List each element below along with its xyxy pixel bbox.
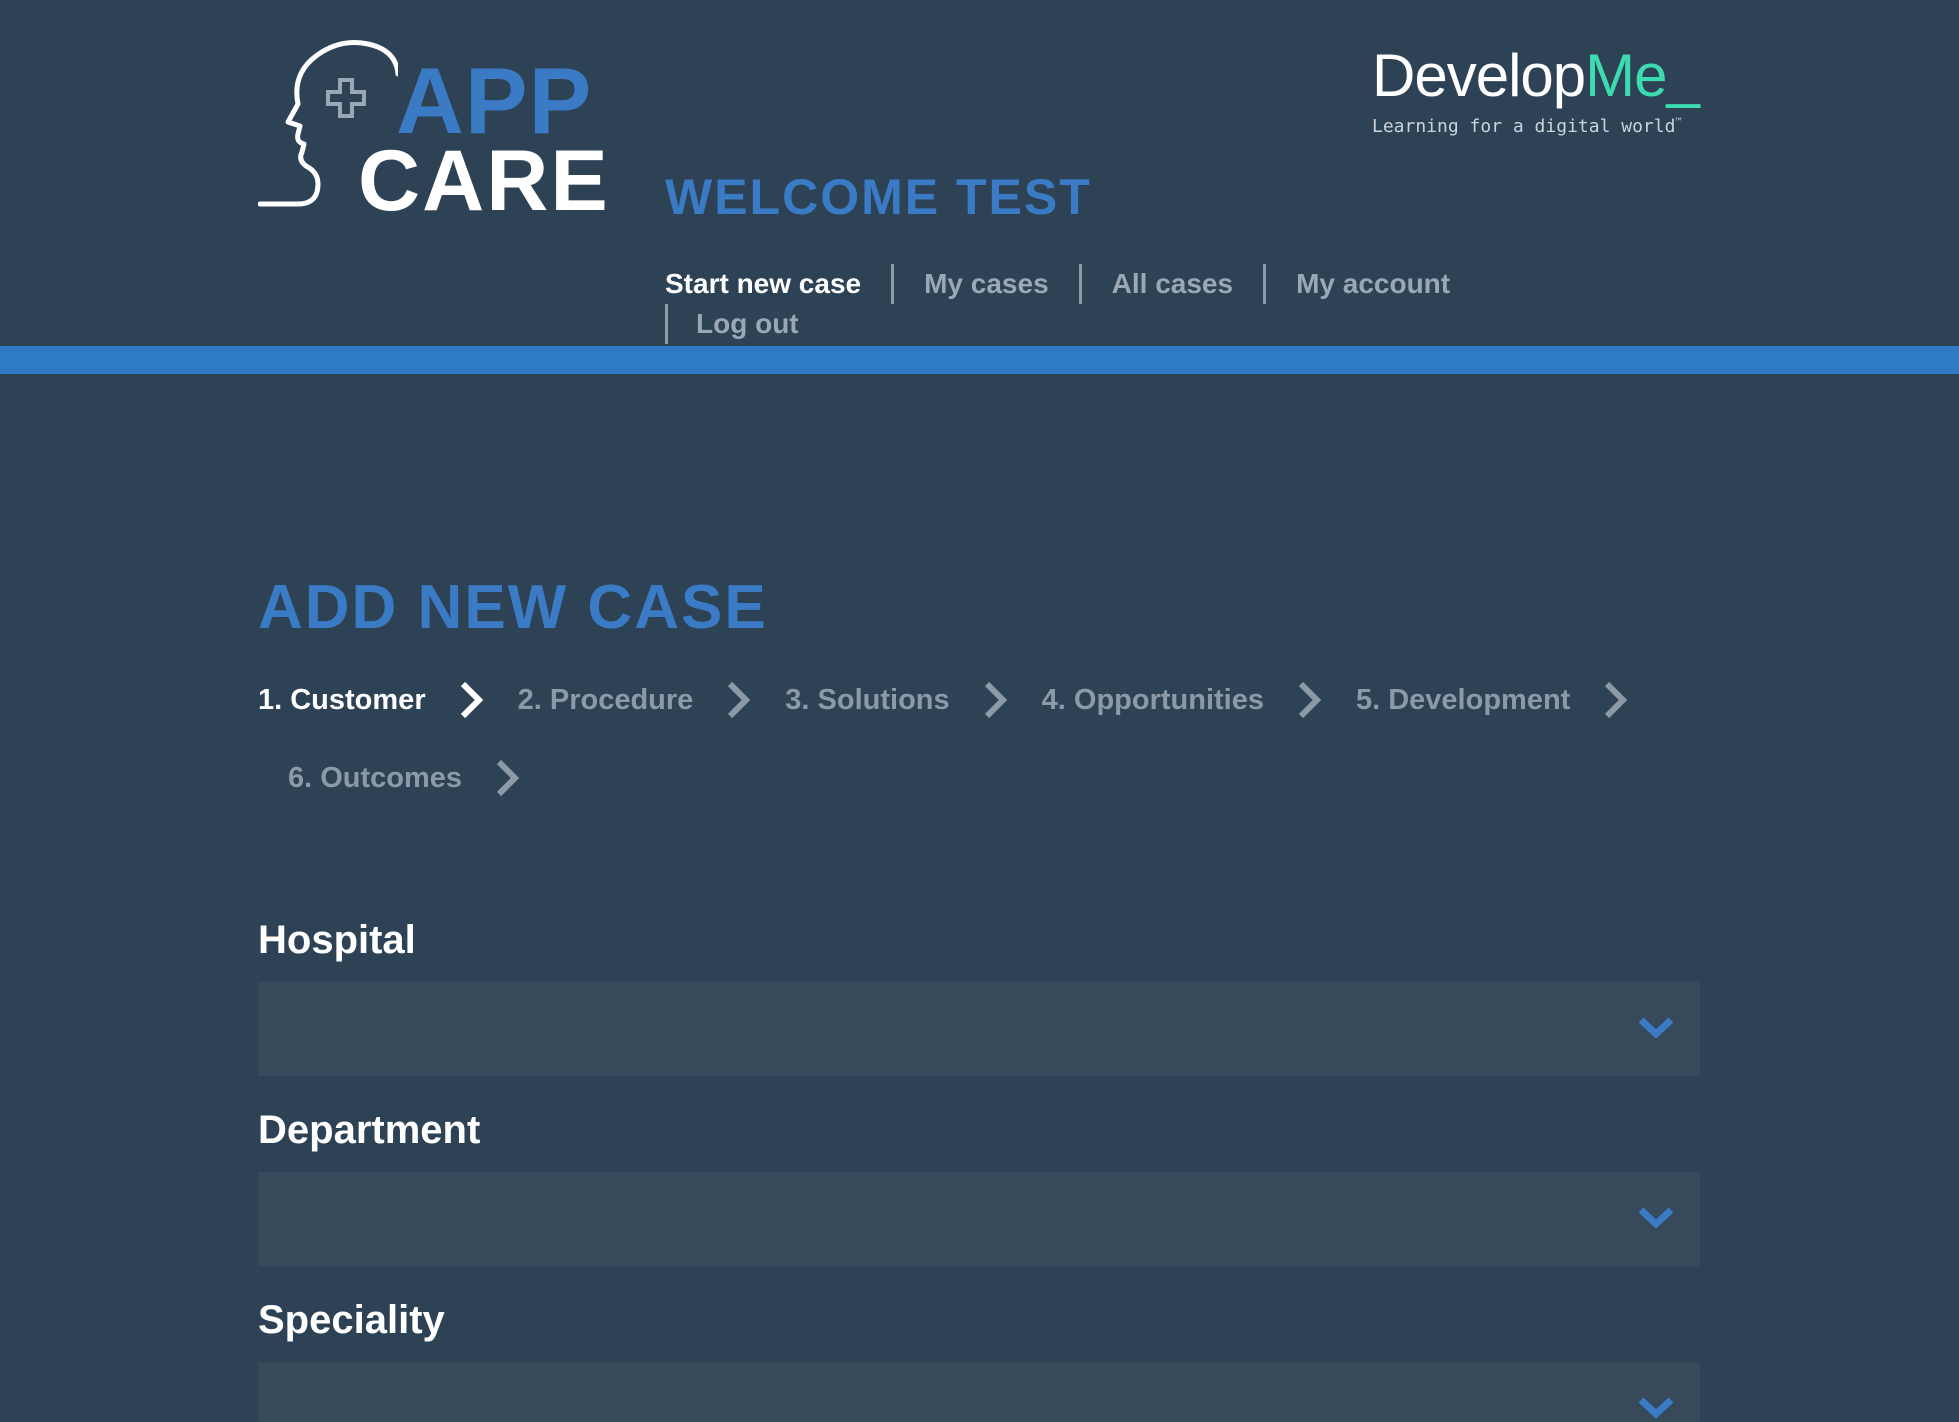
step-row: 1. Customer 2. Procedure 3. Solutions 4.…	[258, 672, 1738, 728]
nav-divider	[891, 264, 895, 304]
chevron-right-icon	[728, 681, 751, 719]
nav-log-out[interactable]: Log out	[696, 308, 799, 340]
nav-all-cases[interactable]: All cases	[1112, 268, 1233, 300]
chevron-right-icon	[1298, 681, 1322, 719]
speciality-label: Speciality	[258, 1298, 445, 1342]
hospital-label: Hospital	[258, 918, 416, 962]
brand-tagline: Learning for a digital world™	[1372, 116, 1702, 137]
nav-divider	[1078, 264, 1082, 304]
nav-my-account[interactable]: My account	[1296, 268, 1450, 300]
main-nav-row: Start new case My cases All cases My acc…	[665, 264, 1565, 304]
speciality-select[interactable]	[258, 1362, 1700, 1422]
step-solutions[interactable]: 3. Solutions	[785, 684, 949, 717]
chevron-down-icon	[1638, 1207, 1674, 1229]
hospital-select[interactable]	[258, 982, 1700, 1076]
nav-divider	[1263, 264, 1267, 304]
brand-name-main: Develop	[1372, 42, 1586, 109]
nav-start-new-case[interactable]: Start new case	[665, 268, 861, 300]
nav-my-cases[interactable]: My cases	[924, 268, 1049, 300]
department-label: Department	[258, 1108, 481, 1152]
chevron-down-icon	[1638, 1017, 1674, 1039]
chevron-right-icon	[496, 759, 520, 797]
step-development[interactable]: 5. Development	[1356, 684, 1570, 717]
step-outcomes[interactable]: 6. Outcomes	[288, 762, 462, 795]
step-row-2: 6. Outcomes	[258, 750, 1738, 806]
brand-tagline-text: Learning for a digital world	[1372, 116, 1676, 137]
step-procedure[interactable]: 2. Procedure	[518, 684, 694, 717]
page-title: ADD NEW CASE	[258, 573, 768, 642]
main-nav-row-2: Log out	[665, 304, 1565, 344]
nav-divider	[665, 304, 668, 344]
chevron-right-icon	[460, 681, 483, 719]
brand-name-suffix: _	[1666, 42, 1700, 109]
step-opportunities[interactable]: 4. Opportunities	[1042, 684, 1264, 717]
chevron-right-icon	[984, 681, 1007, 719]
chevron-right-icon	[1605, 681, 1628, 719]
app-care-logo[interactable]: APP CARE	[258, 34, 608, 224]
brand-name: DevelopMe_	[1372, 46, 1702, 106]
brand-name-accent: Me	[1585, 42, 1667, 109]
developme-logo[interactable]: DevelopMe_ Learning for a digital world™	[1372, 46, 1702, 146]
logo-care-text: CARE	[358, 133, 610, 229]
step-progress: 1. Customer 2. Procedure 3. Solutions 4.…	[258, 672, 1738, 806]
welcome-heading: WELCOME TEST	[665, 169, 1092, 225]
department-select[interactable]	[258, 1172, 1700, 1266]
main-nav: Start new case My cases All cases My acc…	[665, 264, 1565, 344]
step-customer[interactable]: 1. Customer	[258, 684, 426, 717]
brand-tagline-mark: ™	[1675, 117, 1682, 128]
header-accent-bar	[0, 346, 1959, 374]
chevron-down-icon	[1638, 1397, 1674, 1419]
